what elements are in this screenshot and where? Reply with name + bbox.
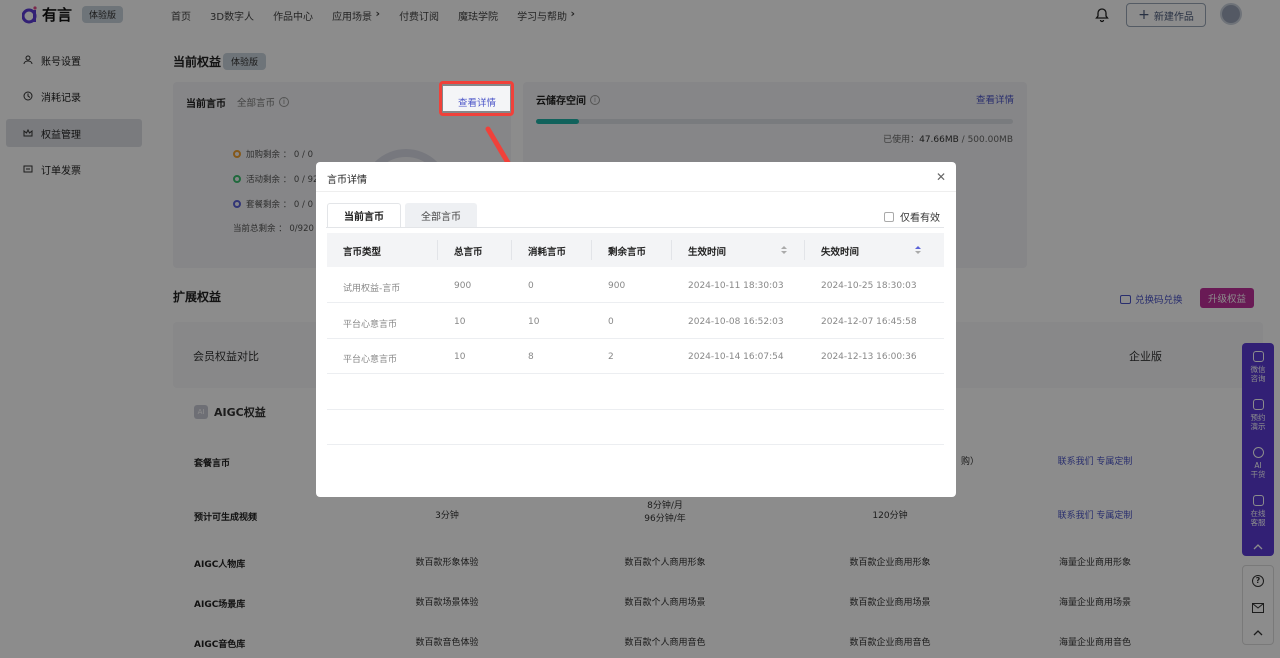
- table-cell: 试用权益-言币: [343, 284, 401, 294]
- table-header: 言币类型 总言币 消耗言币 剩余言币 生效时间 失效时间: [327, 233, 944, 267]
- table-cell: 2024-12-07 16:45:58: [821, 316, 917, 327]
- sort-icon[interactable]: [914, 245, 922, 255]
- table-row: 平台心意言币 10 10 0 2024-10-08 16:52:03 2024-12-07…: [327, 304, 944, 339]
- table-cell: 8: [528, 352, 534, 362]
- table-cell: 2024-10-11 18:30:03: [688, 281, 784, 291]
- table-row-divider: [327, 409, 944, 410]
- table-row-divider: [327, 444, 944, 445]
- column-divider: [511, 240, 512, 260]
- table-cell: 2024-10-08 16:52:03: [688, 316, 784, 327]
- tab-all-coins[interactable]: 全部言币: [405, 203, 477, 227]
- table-cell: 0: [608, 316, 614, 327]
- table-cell: 10: [454, 352, 466, 362]
- column-divider: [804, 240, 805, 260]
- table-cell: 2: [608, 352, 614, 362]
- column-divider: [671, 240, 672, 260]
- table-cell: 10: [454, 316, 466, 327]
- column-header: 失效时间: [821, 247, 860, 258]
- modal-header-divider: [316, 191, 956, 192]
- table-cell: 0: [528, 281, 534, 291]
- tab-underline: [326, 227, 944, 228]
- table-cell: 2024-10-14 16:07:54: [688, 352, 784, 362]
- column-header: 总言币: [454, 247, 483, 258]
- sort-icon[interactable]: [780, 245, 788, 255]
- table-cell: 900: [608, 281, 626, 291]
- table-cell: 2024-10-25 18:30:03: [821, 281, 917, 291]
- table-cell: 平台心意言币: [343, 319, 398, 330]
- column-header: 言币类型: [343, 247, 382, 258]
- only-valid-checkbox[interactable]: [884, 211, 894, 222]
- only-valid-label: 仅看有效: [900, 213, 940, 224]
- coin-view-detail-link-highlighted[interactable]: 查看详情: [458, 95, 496, 109]
- column-header: 生效时间: [688, 247, 727, 258]
- table-cell: 2024-12-13 16:00:36: [821, 352, 917, 362]
- table-row: 试用权益-言币 900 0 900 2024-10-11 18:30:03 2024-10…: [327, 268, 944, 303]
- table-row: 平台心意言币 10 8 2 2024-10-14 16:07:54 2024-12-13 …: [327, 339, 944, 374]
- only-valid-toggle[interactable]: 仅看有效: [884, 209, 940, 224]
- table-cell: 平台心意言币: [343, 355, 398, 365]
- column-header: 剩余言币: [608, 247, 647, 258]
- coin-detail-modal: 言币详情 ✕ 当前言币 全部言币 仅看有效 言币类型 总言币 消耗言币 剩余言币 生效时…: [316, 162, 956, 497]
- column-divider: [437, 240, 438, 260]
- close-icon[interactable]: ✕: [936, 170, 946, 184]
- table-cell: 10: [528, 316, 540, 327]
- table-cell: 900: [454, 281, 472, 291]
- column-divider: [591, 240, 592, 260]
- column-header: 消耗言币: [528, 247, 567, 258]
- modal-title: 言币详情: [327, 175, 367, 186]
- tab-current-coins[interactable]: 当前言币: [327, 203, 401, 227]
